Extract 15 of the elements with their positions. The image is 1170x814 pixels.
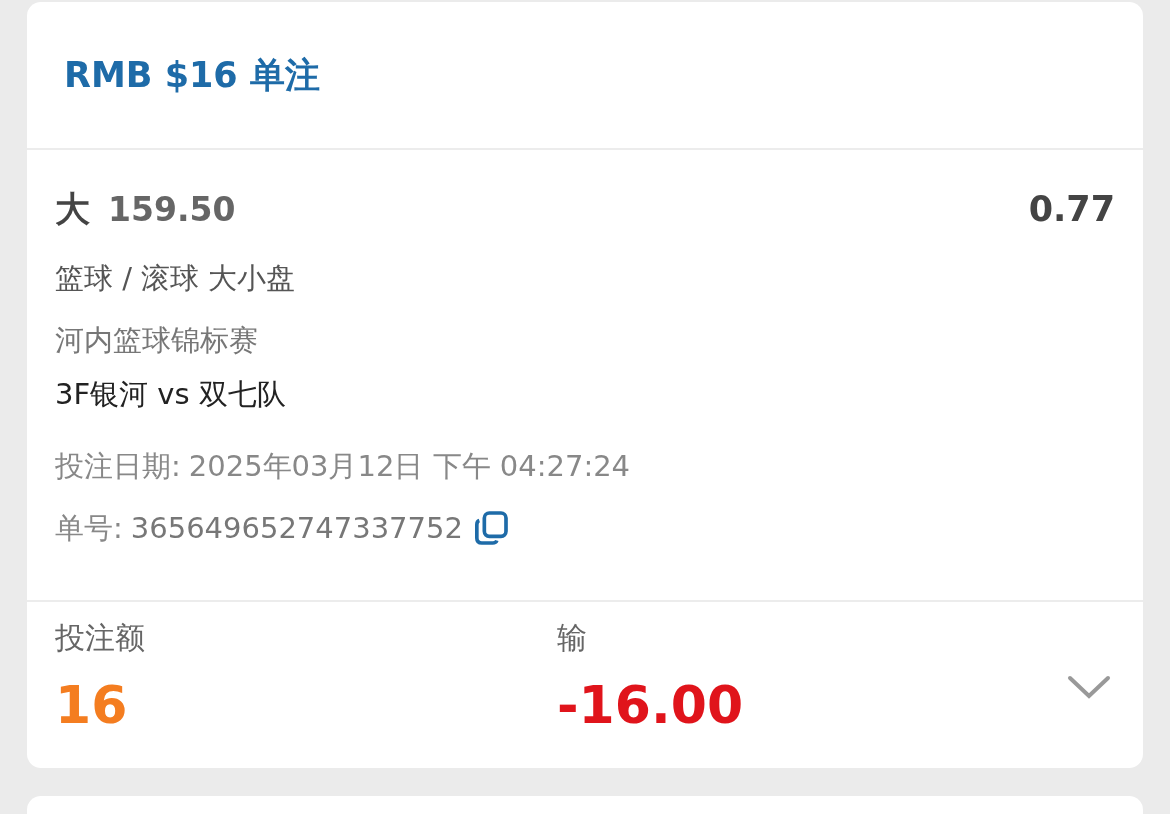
result-amount: -16.00 [557, 675, 744, 735]
odds: 0.77 [1028, 189, 1115, 229]
ticket-label: 单号: [55, 510, 123, 547]
stake-label: 投注额 [55, 619, 145, 657]
market-name: 篮球 / 滚球 大小盘 [55, 260, 297, 297]
match-name: 3F银河 vs 双七队 [55, 376, 287, 413]
league-name: 河内篮球锦标赛 [55, 322, 259, 359]
bet-title: RMB $16 单注 [64, 53, 320, 97]
line-value: 159.50 [108, 189, 236, 229]
selection: 大 [55, 188, 90, 229]
ticket-number: 365649652747337752 [130, 510, 463, 547]
bet-date: 2025年03月12日 下午 04:27:24 [188, 448, 631, 485]
stake-amount: 16 [55, 675, 128, 735]
date-label: 投注日期: [55, 448, 181, 485]
result-label: 输 [557, 619, 587, 657]
